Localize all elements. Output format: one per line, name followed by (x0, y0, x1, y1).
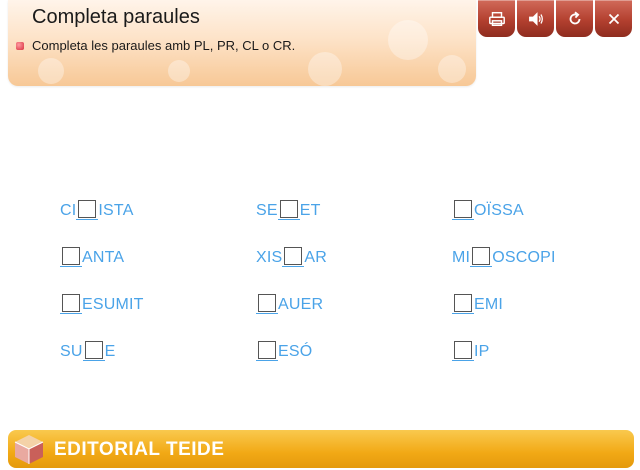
answer-box[interactable] (78, 200, 97, 218)
answer-blank[interactable] (470, 247, 493, 267)
word-prefix: SE (256, 202, 278, 219)
word-item: ESUMIT (60, 294, 144, 314)
word-item: MI OSCOPI (452, 247, 556, 267)
answer-box[interactable] (62, 247, 80, 265)
answer-blank[interactable] (452, 200, 474, 220)
answer-box[interactable] (258, 294, 276, 312)
reload-button[interactable] (556, 0, 593, 37)
answer-box[interactable] (472, 247, 491, 265)
answer-blank[interactable] (60, 247, 82, 267)
audio-icon (528, 11, 543, 26)
word-prefix: XIS (256, 249, 283, 266)
answer-blank[interactable] (277, 200, 300, 220)
answer-box[interactable] (454, 341, 472, 359)
answer-blank[interactable] (60, 294, 82, 314)
answer-blank[interactable] (256, 341, 278, 361)
word-suffix: AR (304, 249, 328, 266)
word-suffix: OÏSSA (474, 202, 524, 219)
header-panel: Completa paraules Completa les paraules … (8, 0, 476, 86)
word-item: EMI (452, 294, 503, 314)
audio-button[interactable] (517, 0, 554, 37)
word-suffix: IP (474, 343, 490, 360)
print-button[interactable] (478, 0, 515, 37)
teide-logo-icon (14, 435, 44, 464)
publisher-name: EDITORIAL TEIDE (54, 439, 225, 460)
word-item: OÏSSA (452, 200, 524, 220)
page-title: Completa paraules (32, 6, 200, 28)
word-item: CI ISTA (60, 200, 134, 220)
decor-flower (38, 58, 64, 84)
word-suffix: EMI (474, 296, 504, 313)
answer-blank[interactable] (76, 200, 99, 220)
decor-flower (308, 52, 342, 86)
instruction-row: Completa les paraules amb PL, PR, CL o C… (16, 38, 295, 53)
bullet-icon (16, 41, 24, 50)
word-suffix: ET (299, 202, 321, 219)
word-suffix: OSCOPI (492, 249, 556, 266)
word-suffix: AUER (278, 296, 324, 313)
word-item: ESÓ (256, 341, 312, 361)
decor-flower (438, 55, 466, 83)
answer-blank[interactable] (82, 341, 105, 361)
word-item: IP (452, 341, 490, 361)
word-prefix: SU (60, 343, 83, 360)
word-item: ANTA (60, 247, 124, 267)
word-item: SE ET (256, 200, 321, 220)
answer-box[interactable] (62, 294, 80, 312)
instruction-text: Completa les paraules amb PL, PR, CL o C… (32, 38, 296, 53)
answer-blank[interactable] (452, 294, 474, 314)
answer-box[interactable] (258, 341, 276, 359)
answer-box[interactable] (279, 200, 298, 218)
word-item: AUER (256, 294, 323, 314)
word-item: SU E (60, 341, 116, 361)
word-suffix: ISTA (98, 202, 134, 219)
word-prefix: MI (452, 249, 471, 266)
answer-blank[interactable] (256, 294, 278, 314)
answer-box[interactable] (284, 247, 303, 265)
answer-blank[interactable] (452, 341, 474, 361)
footer-bar: EDITORIAL TEIDE (8, 430, 634, 468)
answer-box[interactable] (454, 294, 472, 312)
close-icon (608, 13, 619, 24)
reload-icon (569, 11, 580, 24)
answer-box[interactable] (454, 200, 472, 218)
decor-flower (168, 60, 190, 82)
word-suffix: ESUMIT (82, 296, 144, 313)
close-button[interactable] (595, 0, 632, 37)
print-icon (488, 11, 505, 26)
word-item: XIS AR (256, 247, 327, 267)
toolbar (478, 0, 632, 37)
answer-box[interactable] (84, 341, 103, 359)
word-suffix: E (104, 343, 116, 360)
word-suffix: ANTA (82, 249, 125, 266)
word-prefix: CI (60, 202, 77, 219)
answer-blank[interactable] (282, 247, 305, 267)
decor-flower (388, 20, 428, 60)
word-suffix: ESÓ (278, 343, 313, 360)
